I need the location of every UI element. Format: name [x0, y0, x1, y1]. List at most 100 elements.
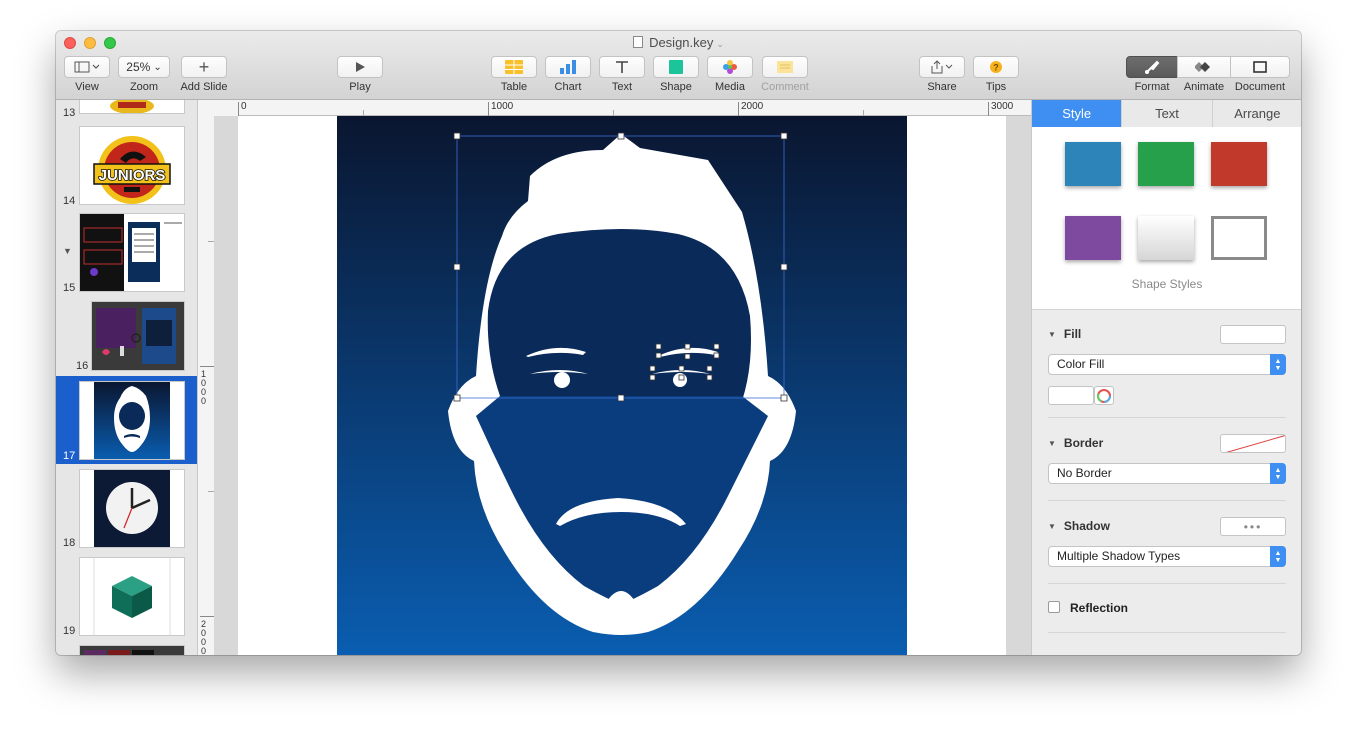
shadow-type-popup[interactable]: Multiple Shadow Types ▲ ▼ [1048, 546, 1286, 567]
slide-canvas[interactable] [214, 116, 1031, 655]
ruler-label: 3000 [991, 101, 1014, 112]
border-type-popup[interactable]: No Border ▲ ▼ [1048, 463, 1286, 484]
comment-button[interactable] [762, 56, 808, 78]
play-button[interactable] [337, 56, 383, 78]
slide-thumbnail-18[interactable] [80, 470, 184, 547]
paintbrush-icon [1145, 60, 1160, 74]
disclosure-triangle-icon: ▼ [1048, 522, 1056, 531]
fill-color-well[interactable] [1048, 386, 1094, 405]
slide-number: 15 [63, 282, 76, 294]
tab-text[interactable]: Text [1122, 100, 1213, 127]
slide-thumbnail-13[interactable] [80, 100, 184, 113]
share-icon [931, 60, 953, 74]
shadow-type-value: Multiple Shadow Types [1057, 549, 1181, 563]
zoom-popup[interactable]: 25% ⌄ [118, 56, 170, 78]
lightbulb-icon: ? [990, 61, 1002, 73]
chevron-down-icon: ⌄ [153, 61, 162, 73]
shape-style-red[interactable] [1211, 142, 1267, 186]
play-label: Play [349, 81, 371, 93]
share-label: Share [927, 81, 957, 93]
fill-preview-well[interactable] [1220, 325, 1286, 344]
fill-type-value: Color Fill [1057, 357, 1105, 371]
current-slide[interactable] [238, 116, 1006, 655]
fill-section-header[interactable]: ▼ Fill [1048, 327, 1081, 341]
zoom-label: Zoom [129, 81, 159, 93]
slide-thumbnail-17[interactable] [80, 382, 184, 459]
animate-icon [1195, 62, 1210, 72]
format-label: Format [1134, 81, 1170, 93]
add-slide-label: Add Slide [180, 81, 228, 93]
horizontal-ruler: 0 1000 2000 3000 [238, 100, 1031, 117]
photos-icon [723, 60, 737, 74]
document-button[interactable] [1230, 56, 1290, 78]
slide-13-preview [110, 100, 154, 113]
tab-arrange[interactable]: Arrange [1212, 100, 1301, 127]
vertical-ruler: 1000 2000 [198, 116, 215, 655]
shape-style-outline[interactable] [1211, 216, 1267, 260]
section-divider [1048, 417, 1286, 418]
document-title[interactable]: Design.key ⌄ [56, 35, 1301, 50]
slide-thumbnail-16[interactable] [92, 302, 184, 370]
slide-thumbnail-15[interactable] [80, 214, 184, 291]
popup-arrows-icon: ▲ ▼ [1270, 354, 1286, 375]
document-icon [1253, 61, 1267, 73]
color-wheel-button[interactable] [1094, 386, 1114, 405]
ruler-label: 0 [241, 101, 247, 112]
fill-heading: Fill [1063, 327, 1082, 341]
toolbar: Design.key ⌄ View 25% ⌄ Zoom + Add Slide P… [56, 31, 1301, 100]
shape-style-green[interactable] [1138, 142, 1194, 186]
text-label: Text [611, 81, 633, 93]
fill-type-popup[interactable]: Color Fill ▲ ▼ [1048, 354, 1286, 375]
slide-17-preview [80, 382, 184, 459]
border-heading: Border [1063, 436, 1104, 450]
shadow-options-button[interactable]: ••• [1220, 517, 1286, 536]
reflection-checkbox[interactable] [1048, 601, 1060, 613]
shape-style-blue[interactable] [1065, 142, 1121, 186]
popup-arrows-icon: ▲ ▼ [1270, 546, 1286, 567]
media-button[interactable] [707, 56, 753, 78]
text-button[interactable] [599, 56, 645, 78]
shape-style-gradient[interactable] [1138, 216, 1194, 260]
border-type-value: No Border [1057, 466, 1112, 480]
format-button[interactable] [1126, 56, 1178, 78]
inspector-tabs: Style Text Arrange [1032, 100, 1301, 128]
table-label: Table [500, 81, 528, 93]
slide-thumbnail-14[interactable]: JUNIORS [80, 127, 184, 204]
popup-arrows-icon: ▲ ▼ [1270, 463, 1286, 484]
border-section-header[interactable]: ▼ Border [1048, 436, 1103, 450]
slide-14-preview: JUNIORS [93, 136, 171, 204]
slide-number: 16 [76, 360, 89, 372]
share-button[interactable] [919, 56, 965, 78]
slide-number: 14 [63, 195, 76, 207]
play-icon [356, 62, 365, 72]
view-button[interactable] [64, 56, 110, 78]
tips-button[interactable]: ? [973, 56, 1019, 78]
tab-style[interactable]: Style [1032, 100, 1123, 127]
slide-number: 18 [63, 537, 76, 549]
border-preview-well[interactable] [1220, 434, 1286, 453]
ruler-label: 2000 [741, 101, 764, 112]
shape-button[interactable] [653, 56, 699, 78]
svg-text:?: ? [993, 63, 999, 73]
ruler-label: 1000 [491, 101, 514, 112]
slide-thumbnail-19[interactable] [80, 558, 184, 635]
shadow-section-header[interactable]: ▼ Shadow [1048, 519, 1110, 533]
ruler-ticks [238, 102, 1031, 116]
disclosure-triangle-icon[interactable]: ▼ [63, 246, 72, 256]
shape-styles-panel: Shape Styles [1032, 127, 1301, 310]
chevron-down-icon: ⌄ [716, 39, 724, 49]
format-inspector: Style Text Arrange Shape Styles ▼ Fill Co… [1031, 100, 1301, 655]
animate-button[interactable] [1177, 56, 1231, 78]
shape-style-purple[interactable] [1065, 216, 1121, 260]
section-divider [1048, 632, 1286, 633]
keynote-window: Design.key ⌄ View 25% ⌄ Zoom + Add Slide P… [56, 31, 1301, 655]
plus-icon: + [198, 56, 210, 77]
shape-icon [669, 60, 683, 74]
chart-button[interactable] [545, 56, 591, 78]
left-pupil[interactable] [554, 372, 570, 388]
slide-thumbnail-20[interactable] [80, 646, 184, 655]
shape-label: Shape [660, 81, 692, 93]
table-button[interactable] [491, 56, 537, 78]
slide-artwork[interactable] [238, 116, 1006, 655]
add-slide-button[interactable]: + [181, 56, 227, 78]
